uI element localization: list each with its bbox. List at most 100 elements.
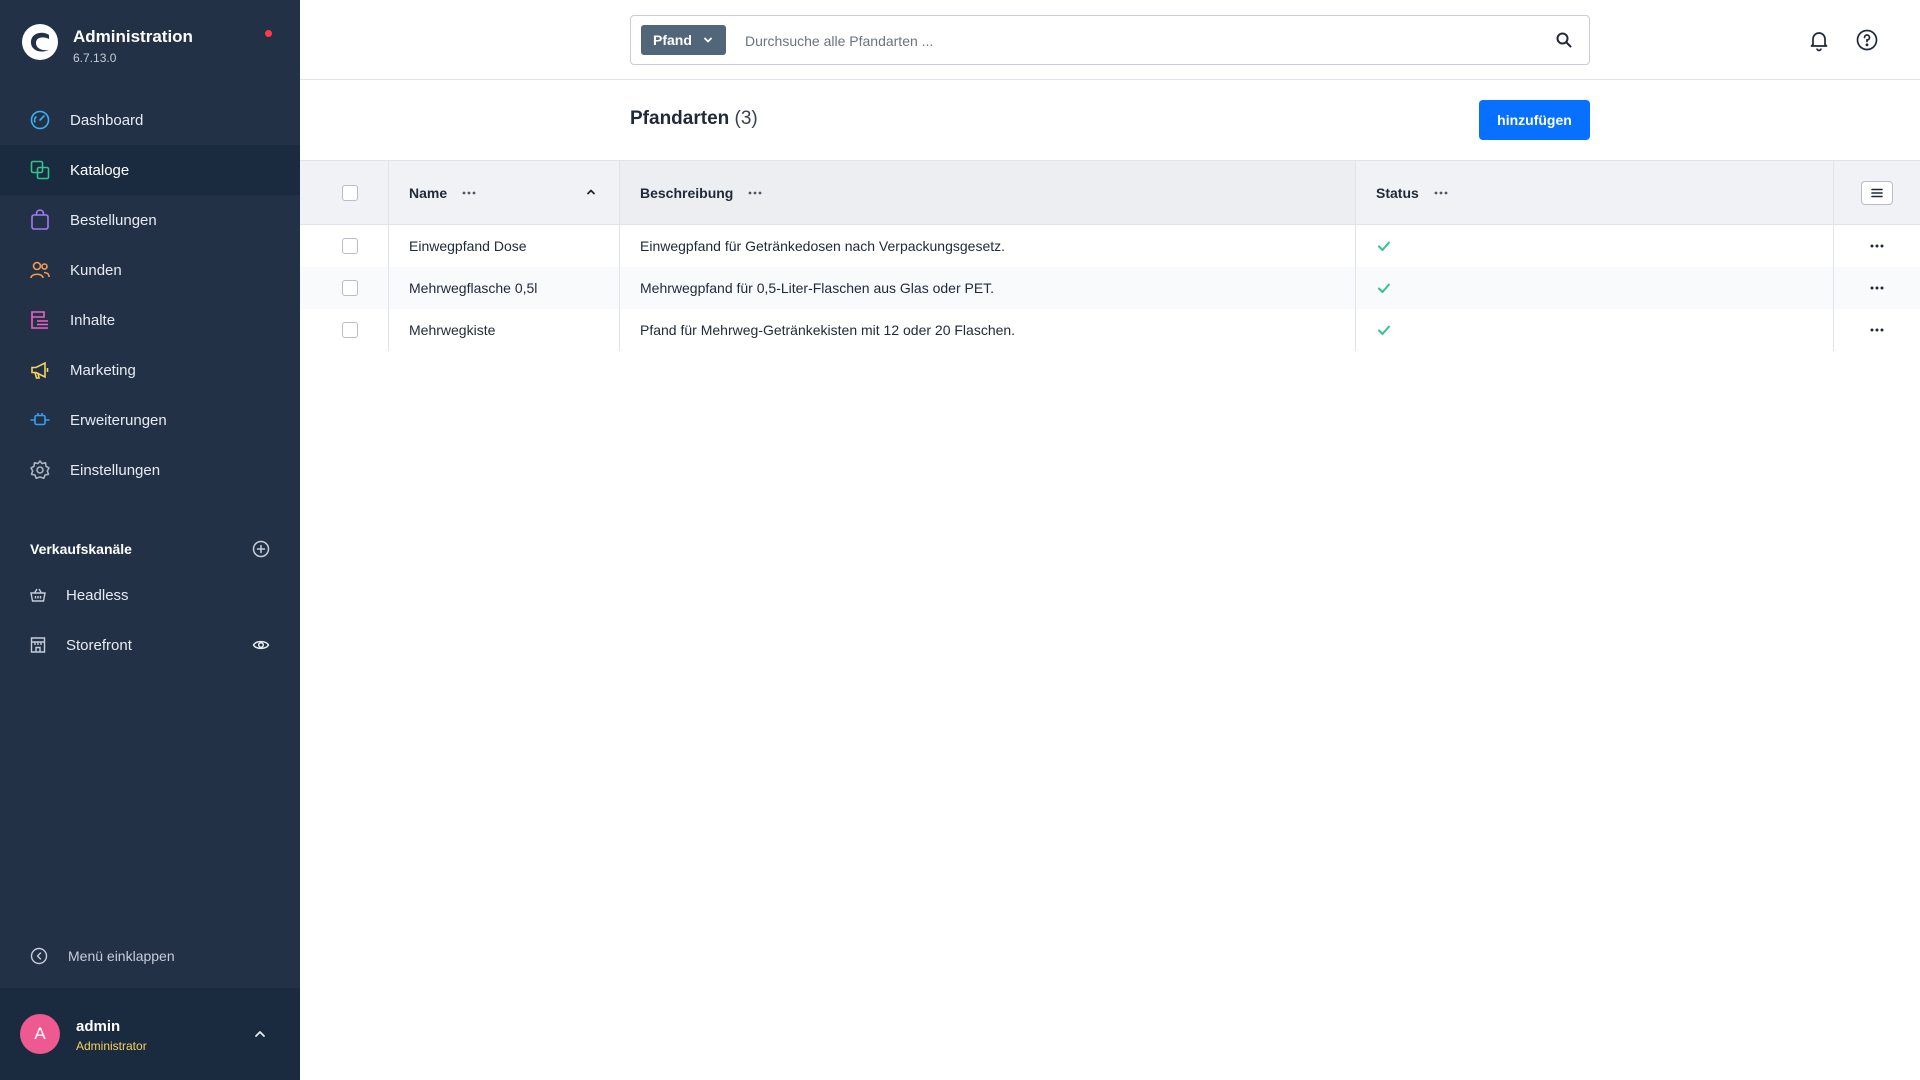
chevron-up-icon[interactable] [252, 1026, 268, 1042]
more-horizontal-icon[interactable] [461, 185, 477, 201]
nav-label: Bestellungen [70, 211, 157, 229]
collapse-menu-label: Menü einklappen [68, 948, 175, 964]
row-actions-icon[interactable] [1868, 321, 1886, 339]
nav-item-erweiterungen[interactable]: Erweiterungen [0, 395, 300, 445]
bell-icon[interactable] [1807, 28, 1831, 52]
nav-item-einstellungen[interactable]: Einstellungen [0, 445, 300, 495]
nav-label: Marketing [70, 361, 136, 379]
content-icon [29, 309, 51, 331]
row-actions-cell [1833, 309, 1920, 351]
list-icon [1871, 188, 1883, 197]
topbar: Pfand [300, 0, 1920, 80]
row-description: Mehrwegpfand für 0,5-Liter-Flaschen aus … [619, 267, 1355, 309]
table-row[interactable]: Mehrwegflasche 0,5l Mehrwegpfand für 0,5… [300, 267, 1920, 309]
help-icon[interactable] [1855, 28, 1879, 52]
row-name[interactable]: Mehrwegkiste [388, 309, 619, 351]
nav-item-dashboard[interactable]: Dashboard [0, 95, 300, 145]
main-nav: Dashboard Kataloge Bestellungen Kunden I… [0, 95, 300, 495]
collapse-menu-button[interactable]: Menü einklappen [30, 945, 175, 967]
marketing-icon [29, 359, 51, 381]
table-row[interactable]: Mehrwegkiste Pfand für Mehrweg-Getränkek… [300, 309, 1920, 351]
column-header-name[interactable]: Name [388, 161, 619, 224]
nav-label: Einstellungen [70, 461, 161, 479]
grid-header: Name Beschreibung Status [300, 160, 1920, 225]
sort-ascending-icon[interactable] [585, 186, 597, 198]
column-header-label: Beschreibung [640, 184, 734, 201]
more-horizontal-icon[interactable] [1433, 185, 1449, 201]
sales-channel-label: Headless [66, 586, 129, 604]
sales-channels-list: Headless Storefront [0, 570, 300, 670]
column-header-label: Status [1376, 184, 1419, 201]
row-description: Einwegpfand für Getränkedosen nach Verpa… [619, 225, 1355, 267]
row-status [1355, 225, 1833, 267]
row-select-cell [300, 267, 388, 309]
nav-item-inhalte[interactable]: Inhalte [0, 295, 300, 345]
shopware-logo-icon [22, 24, 58, 60]
nav-item-bestellungen[interactable]: Bestellungen [0, 195, 300, 245]
user-name: admin [76, 1018, 121, 1035]
avatar: A [20, 1014, 60, 1054]
row-status [1355, 267, 1833, 309]
orders-icon [29, 209, 51, 231]
row-checkbox[interactable] [342, 322, 358, 338]
sales-channel-storefront[interactable]: Storefront [0, 620, 300, 670]
storefront-icon [30, 637, 46, 653]
row-checkbox[interactable] [342, 238, 358, 254]
row-name[interactable]: Mehrwegflasche 0,5l [388, 267, 619, 309]
column-header-label: Name [409, 184, 448, 201]
select-all-checkbox[interactable] [342, 184, 358, 201]
nav-item-kataloge[interactable]: Kataloge [0, 145, 300, 195]
column-header-status[interactable]: Status [1355, 161, 1833, 224]
eye-icon[interactable] [252, 636, 270, 654]
user-menu[interactable]: A admin Administrator [0, 988, 300, 1080]
search-input[interactable] [745, 28, 1525, 54]
column-header-description[interactable]: Beschreibung [619, 161, 1355, 224]
row-description: Pfand für Mehrweg-Getränkekisten mit 12 … [619, 309, 1355, 351]
row-actions-cell [1833, 225, 1920, 267]
user-role: Administrator [76, 1039, 147, 1053]
add-button[interactable]: hinzufügen [1479, 100, 1590, 140]
nav-label: Dashboard [70, 111, 144, 129]
brand-title: Administration [73, 27, 193, 46]
page-title-text: Pfandarten [630, 108, 730, 129]
sales-channel-headless[interactable]: Headless [0, 570, 300, 620]
select-all-cell [300, 161, 388, 224]
chevron-left-circle-icon [30, 947, 48, 965]
sales-channel-label: Storefront [66, 636, 132, 654]
check-icon [1378, 325, 1390, 335]
table-row[interactable]: Einwegpfand Dose Einwegpfand für Getränk… [300, 225, 1920, 267]
search-icon[interactable] [1555, 31, 1573, 49]
check-icon [1378, 283, 1390, 293]
customers-icon [29, 259, 51, 281]
nav-item-kunden[interactable]: Kunden [0, 245, 300, 295]
extensions-icon [29, 409, 51, 431]
global-search: Pfand [630, 15, 1590, 65]
sales-channels-title: Verkaufskanäle [30, 541, 132, 557]
page-title-count: (3) [734, 108, 758, 129]
row-actions-cell [1833, 267, 1920, 309]
nav-label: Inhalte [70, 311, 116, 329]
settings-icon [29, 459, 51, 481]
brand-version: 6.7.13.0 [73, 51, 117, 65]
row-actions-icon[interactable] [1868, 237, 1886, 255]
nav-label: Erweiterungen [70, 411, 167, 429]
nav-item-marketing[interactable]: Marketing [0, 345, 300, 395]
row-checkbox[interactable] [342, 280, 358, 296]
data-grid: Name Beschreibung Status Einwegpfand Dos… [300, 160, 1920, 351]
catalog-icon [29, 159, 51, 181]
grid-settings-cell [1833, 161, 1920, 224]
sidebar: Administration 6.7.13.0 Dashboard Katalo… [0, 0, 300, 1080]
row-name[interactable]: Einwegpfand Dose [388, 225, 619, 267]
row-status [1355, 309, 1833, 351]
row-select-cell [300, 225, 388, 267]
grid-settings-button[interactable] [1861, 180, 1893, 205]
search-type-dropdown[interactable]: Pfand [641, 25, 726, 55]
add-sales-channel-icon[interactable] [252, 540, 270, 558]
chevron-down-icon [703, 37, 712, 43]
check-icon [1378, 241, 1390, 251]
more-horizontal-icon[interactable] [747, 185, 763, 201]
brand: Administration 6.7.13.0 [0, 0, 300, 96]
basket-icon [30, 588, 46, 602]
search-type-label: Pfand [653, 32, 692, 48]
row-actions-icon[interactable] [1868, 279, 1886, 297]
